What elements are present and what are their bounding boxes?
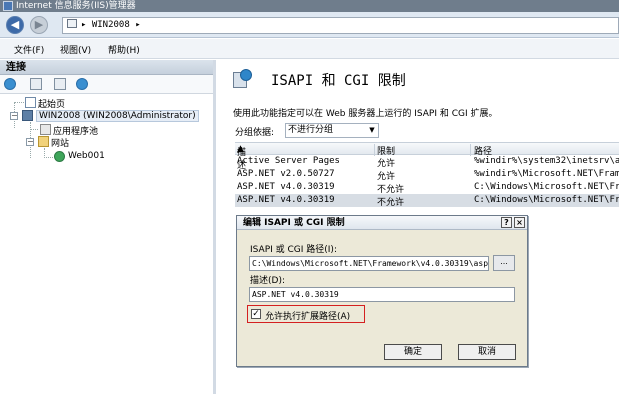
help-button[interactable]: ? [501,217,512,228]
grid-header: 描述 ▲ 限制 路径 [235,142,619,171]
menu-help[interactable]: 帮助(H) [108,43,140,56]
description-input[interactable]: ASP.NET v4.0.30319 [249,287,515,302]
address-bar: ◀ ▶ ▸ WIN2008 ▸ [0,12,619,38]
column-header-description[interactable]: 描述 ▲ [237,144,246,171]
tree-item-web001[interactable]: Web001 [68,151,105,161]
row-path: %windir%\system32\inetsrv\asp.dll [474,156,619,166]
connections-pane: 连接 起始页 − WIN2008 (WIN2008\Administrator)… [0,60,216,394]
table-row[interactable]: ASP.NET v2.0.50727 允许 %windir%\Microsoft… [235,168,619,181]
server-expander[interactable]: − [10,112,18,120]
allow-extension-path-option[interactable]: ✓ 允许执行扩展路径(A) [247,305,365,323]
feature-title: ISAPI 和 CGI 限制 [271,73,406,89]
group-by-value: 不进行分组 [288,125,334,135]
address-field[interactable]: ▸ WIN2008 ▸ [62,17,619,34]
group-by-label: 分组依据: [235,128,275,138]
table-row[interactable]: Active Server Pages 允许 %windir%\system32… [235,155,619,168]
connections-header: 连接 [0,60,213,75]
feature-description: 使用此功能指定可以在 Web 服务器上运行的 ISAPI 和 CGI 扩展。 [233,109,498,119]
server-icon [22,110,33,121]
address-chevron-end[interactable]: ▸ [135,20,140,30]
row-path: C:\Windows\Microsoft.NET\Framework64\v4.… [474,182,619,192]
back-button[interactable]: ◀ [6,16,24,34]
cancel-button[interactable]: 取消 [458,344,516,360]
group-by-select[interactable]: 不进行分组 ▼ [285,123,379,138]
address-path[interactable]: WIN2008 [92,20,130,30]
row-description: Active Server Pages [237,156,340,166]
row-description: ASP.NET v4.0.30319 [237,182,335,192]
row-path: C:\Windows\Microsoft.NET\Framework\v4.0.… [474,195,619,205]
address-chevron: ▸ [81,20,87,30]
close-button[interactable]: × [514,217,525,228]
refresh-icon[interactable] [76,78,88,90]
allow-extension-path-label[interactable]: 允许执行扩展路径(A) [265,309,350,322]
menu-bar: 文件(F) 视图(V) 帮助(H) [0,39,619,59]
menu-file[interactable]: 文件(F) [14,43,44,56]
tree-item-start-page[interactable]: 起始页 [38,97,65,110]
row-description: ASP.NET v4.0.30319 [237,195,335,205]
connect-icon[interactable] [4,78,16,90]
window-title-bar: Internet 信息服务(IIS)管理器 [0,0,619,12]
start-page-icon [25,97,36,108]
tree-item-sites[interactable]: 网站 [51,136,69,149]
allow-extension-path-checkbox[interactable]: ✓ [251,309,261,319]
site-globe-icon [54,151,65,162]
table-row-selected[interactable]: ASP.NET v4.0.30319 不允许 C:\Windows\Micros… [235,194,619,207]
up-icon[interactable] [54,78,66,90]
row-restriction: 允许 [377,159,396,168]
row-restriction: 允许 [377,172,396,181]
isapi-cgi-feature-icon [231,68,253,90]
row-path: %windir%\Microsoft.NET\Framework\v2.0.50… [474,169,619,179]
description-label: 描述(D): [250,276,285,286]
path-input[interactable]: C:\Windows\Microsoft.NET\Framework\v4.0.… [249,256,489,271]
tree-item-server[interactable]: WIN2008 (WIN2008\Administrator) [36,110,199,122]
ok-button[interactable]: 确定 [384,344,442,360]
dropdown-arrow-icon[interactable]: ▼ [366,124,378,137]
connections-toolbar [0,75,213,94]
menu-view[interactable]: 视图(V) [60,43,91,56]
edit-restriction-dialog: 编辑 ISAPI 或 CGI 限制 ? × ISAPI 或 CGI 路径(I):… [236,215,528,367]
dialog-title-bar: 编辑 ISAPI 或 CGI 限制 ? × [237,216,527,230]
row-restriction: 不允许 [377,198,405,207]
iis-app-icon [3,1,13,11]
table-row[interactable]: ASP.NET v4.0.30319 不允许 C:\Windows\Micros… [235,181,619,194]
save-icon[interactable] [30,78,42,90]
page-icon [67,19,77,28]
forward-button[interactable]: ▶ [30,16,48,34]
path-label: ISAPI 或 CGI 路径(I): [250,245,337,255]
app-pool-icon [40,124,51,135]
browse-button[interactable]: ... [493,255,515,271]
sites-expander[interactable]: − [26,138,34,146]
row-description: ASP.NET v2.0.50727 [237,169,335,179]
row-restriction: 不允许 [377,185,405,194]
sites-folder-icon [38,136,49,147]
window-title: Internet 信息服务(IIS)管理器 [16,1,136,11]
restrictions-grid: 描述 ▲ 限制 路径 Active Server Pages 允许 %windi… [235,142,619,207]
dialog-title: 编辑 ISAPI 或 CGI 限制 [243,218,345,228]
